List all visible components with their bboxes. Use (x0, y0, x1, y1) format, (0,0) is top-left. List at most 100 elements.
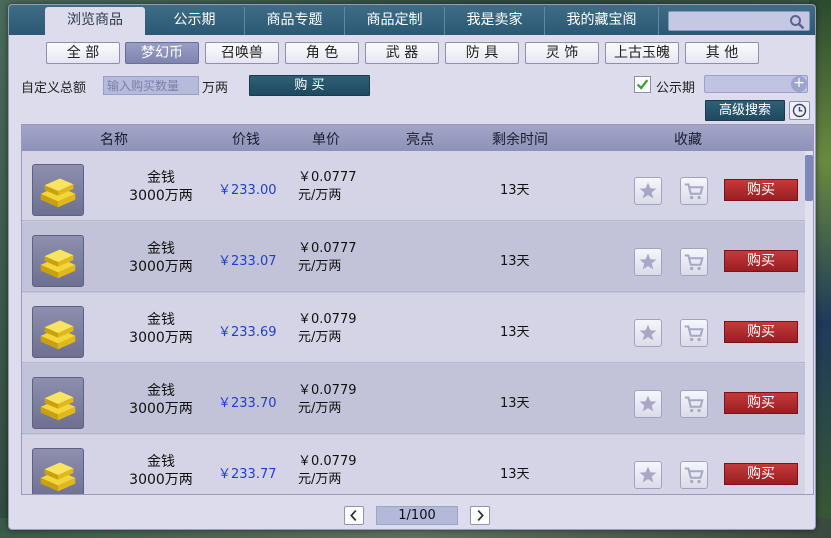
gold-item-thumbnail[interactable] (32, 235, 84, 287)
cart-icon (684, 396, 704, 413)
cart-icon (684, 183, 704, 200)
amount-input[interactable] (103, 76, 199, 95)
buy-button[interactable]: 购买 (724, 463, 798, 485)
favorite-button[interactable] (634, 319, 662, 347)
buy-button[interactable]: 购买 (724, 392, 798, 414)
category-currency[interactable]: 梦幻币 (125, 42, 199, 64)
amount-unit: 万两 (202, 81, 229, 96)
cart-button[interactable] (680, 177, 708, 205)
item-name: 金钱 (147, 170, 175, 186)
category-all[interactable]: 全 部 (46, 42, 120, 64)
gold-bars-icon (40, 178, 76, 208)
plus-icon[interactable]: + (791, 76, 807, 92)
cart-icon (684, 325, 704, 342)
item-price: ￥233.00 (218, 183, 277, 198)
item-price: ￥233.70 (218, 396, 277, 411)
header-name: 名称 (100, 132, 128, 148)
gold-bars-icon (40, 320, 76, 350)
tab-custom-order[interactable]: 商品定制 (345, 7, 445, 35)
checkmark-icon (636, 79, 649, 90)
header-favorite: 收藏 (674, 132, 702, 148)
header-highlight: 亮点 (406, 132, 434, 148)
scrollbar-thumb[interactable] (805, 155, 813, 201)
buy-button[interactable]: 购买 (724, 321, 798, 343)
table-row: 金钱 3000万两 ￥233.70 ￥0.0779 元/万两 13天 购买 (22, 364, 805, 434)
item-remaining-time: 13天 (500, 396, 530, 411)
cart-icon (684, 254, 704, 271)
star-icon (639, 182, 657, 199)
favorite-button[interactable] (634, 248, 662, 276)
favorite-button[interactable] (634, 177, 662, 205)
favorite-button[interactable] (634, 390, 662, 418)
favorite-button[interactable] (634, 461, 662, 489)
listing-table: 名称 价钱 单价 亮点 剩余时间 收藏 金钱 3000万两 ￥233.00 ￥0… (21, 124, 814, 495)
category-other[interactable]: 其 他 (685, 42, 759, 64)
item-unit-price: ￥0.0777 (298, 241, 357, 256)
advanced-search-button[interactable]: 高级搜索 (705, 100, 785, 121)
trade-window: 浏览商品 公示期 商品专题 商品定制 我是卖家 我的藏宝阁 全 部 梦幻币 召唤… (8, 4, 816, 530)
category-weapon[interactable]: 武 器 (365, 42, 439, 64)
item-amount: 3000万两 (129, 188, 193, 204)
item-unit-label: 元/万两 (298, 401, 342, 416)
top-tab-bar: 浏览商品 公示期 商品专题 商品定制 我是卖家 我的藏宝阁 (9, 5, 815, 35)
item-unit-label: 元/万两 (298, 188, 342, 203)
search-input[interactable] (669, 14, 787, 32)
item-remaining-time: 13天 (500, 467, 530, 482)
prev-page-button[interactable] (344, 506, 364, 525)
category-ornament[interactable]: 灵 饰 (525, 42, 599, 64)
tab-my-treasure[interactable]: 我的藏宝阁 (545, 7, 659, 35)
gold-item-thumbnail[interactable] (32, 164, 84, 216)
item-amount: 3000万两 (129, 330, 193, 346)
buy-button[interactable]: 购买 (724, 179, 798, 201)
header-price: 价钱 (232, 132, 260, 148)
table-header: 名称 价钱 单价 亮点 剩余时间 收藏 (22, 125, 813, 151)
item-unit-price: ￥0.0777 (298, 170, 357, 185)
clock-button[interactable] (789, 101, 810, 120)
item-unit-label: 元/万两 (298, 472, 342, 487)
star-icon (639, 466, 657, 483)
header-remaining-time: 剩余时间 (492, 132, 548, 148)
table-row: 金钱 3000万两 ￥233.00 ￥0.0777 元/万两 13天 购买 (22, 151, 805, 221)
next-page-button[interactable] (470, 506, 490, 525)
category-armor[interactable]: 防 具 (445, 42, 519, 64)
header-unit-price: 单价 (312, 132, 340, 148)
gold-item-thumbnail[interactable] (32, 448, 84, 494)
item-price: ￥233.07 (218, 254, 277, 269)
chevron-left-icon (350, 509, 357, 522)
table-row: 金钱 3000万两 ￥233.07 ￥0.0777 元/万两 13天 购买 (22, 222, 805, 292)
item-unit-label: 元/万两 (298, 259, 342, 274)
cart-button[interactable] (680, 390, 708, 418)
category-jade[interactable]: 上古玉魄 (605, 42, 679, 64)
buy-button[interactable]: 购买 (724, 250, 798, 272)
category-summon[interactable]: 召唤兽 (205, 42, 279, 64)
item-name: 金钱 (147, 241, 175, 257)
item-amount: 3000万两 (129, 472, 193, 488)
table-scrollbar[interactable] (805, 151, 813, 494)
gold-bars-icon (40, 391, 76, 421)
item-amount: 3000万两 (129, 401, 193, 417)
item-unit-price: ￥0.0779 (298, 312, 357, 327)
item-name: 金钱 (147, 454, 175, 470)
custom-buy-button[interactable]: 购 买 (249, 75, 370, 96)
table-row: 金钱 3000万两 ￥233.69 ￥0.0779 元/万两 13天 购买 (22, 293, 805, 363)
item-remaining-time: 13天 (500, 183, 530, 198)
cart-button[interactable] (680, 319, 708, 347)
search-icon[interactable] (789, 14, 805, 30)
gold-item-thumbnail[interactable] (32, 377, 84, 429)
item-unit-label: 元/万两 (298, 330, 342, 345)
tab-seller[interactable]: 我是卖家 (445, 7, 545, 35)
cart-button[interactable] (680, 461, 708, 489)
item-remaining-time: 13天 (500, 325, 530, 340)
tab-topics[interactable]: 商品专题 (245, 7, 345, 35)
page-indicator: 1/100 (376, 506, 458, 525)
tab-public-period[interactable]: 公示期 (145, 7, 245, 35)
custom-total-label: 自定义总额 (21, 81, 87, 96)
public-period-checkbox[interactable] (634, 76, 651, 93)
top-search-box (668, 11, 810, 32)
gold-item-thumbnail[interactable] (32, 306, 84, 358)
tab-browse[interactable]: 浏览商品 (45, 7, 145, 35)
cart-button[interactable] (680, 248, 708, 276)
public-period-label: 公示期 (656, 81, 696, 96)
category-role[interactable]: 角 色 (285, 42, 359, 64)
cart-icon (684, 467, 704, 484)
